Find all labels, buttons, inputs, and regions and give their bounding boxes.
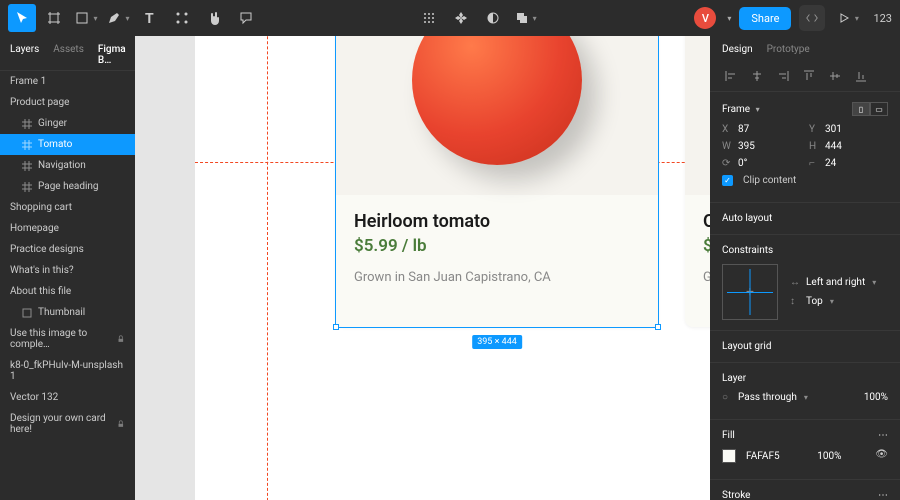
layer-item[interactable]: What's in this? [0, 260, 135, 281]
fill-swatch[interactable] [722, 449, 736, 463]
constraints-widget[interactable] [722, 264, 778, 320]
product-price: $12.99 / lb [703, 236, 710, 256]
layer-item[interactable]: Vector 132 [0, 387, 135, 408]
zoom-level[interactable]: 123 [873, 12, 892, 25]
guide-vertical[interactable] [267, 36, 268, 500]
pen-tool[interactable]: ▾ [104, 4, 132, 32]
y-field[interactable]: Y301 [809, 124, 888, 135]
layer-item-selected[interactable]: Tomato [0, 134, 135, 155]
blend-mode-select[interactable]: ○Pass through▾ [722, 392, 840, 403]
align-right-icon[interactable] [774, 67, 792, 85]
align-bottom-icon[interactable] [852, 67, 870, 85]
layers-panel: Layers Assets Figma B… Frame 1 Product p… [0, 36, 135, 500]
layer-item[interactable]: k8-0_fkPHulv-M-unsplash 1 [0, 355, 135, 387]
constraints-label: Constraints [722, 245, 773, 256]
align-center-h-icon[interactable] [748, 67, 766, 85]
layer-item[interactable]: Practice designs [0, 239, 135, 260]
grid-icon[interactable] [415, 4, 443, 32]
svg-text:T: T [145, 11, 154, 26]
layer-item[interactable]: Page heading [0, 176, 135, 197]
constraint-h-select[interactable]: ↔Left and right▾ [790, 277, 876, 288]
frame-tool[interactable] [40, 4, 68, 32]
tab-layers[interactable]: Layers [10, 44, 39, 66]
lock-icon [117, 420, 125, 428]
layer-item[interactable]: About this file [0, 281, 135, 302]
fill-label: Fill [722, 430, 735, 441]
layer-section-label: Layer [722, 373, 746, 384]
layer-item[interactable]: Design your own card here! [0, 408, 135, 440]
fill-visibility-icon[interactable]: 👁 [875, 449, 888, 463]
layout-grid-label[interactable]: Layout grid [722, 341, 771, 352]
layer-item[interactable]: Thumbnail [0, 302, 135, 323]
design-panel: Design Prototype Frame ▾ ▯▭ X87 Y301 W39… [710, 36, 900, 500]
auto-layout-label[interactable]: Auto layout [722, 213, 772, 224]
align-left-icon[interactable] [722, 67, 740, 85]
frame-label[interactable]: Frame ▾ [722, 104, 760, 115]
tab-prototype[interactable]: Prototype [767, 44, 810, 55]
component-icon[interactable] [447, 4, 475, 32]
tab-assets[interactable]: Assets [53, 44, 84, 66]
avatar-chevron-icon[interactable]: ▾ [727, 14, 731, 23]
frame-resize-toggle[interactable]: ▯▭ [852, 102, 888, 116]
selection-handle[interactable] [333, 324, 339, 330]
stroke-label: Stroke [722, 490, 750, 500]
file-name[interactable]: Figma B… [98, 44, 126, 66]
layer-item[interactable]: Product page [0, 92, 135, 113]
product-title: Organic ginge [703, 211, 710, 232]
user-avatar[interactable]: V [694, 7, 716, 29]
fill-opacity-field[interactable]: 100% [817, 449, 867, 463]
selection-dimensions: 395 × 444 [472, 335, 522, 349]
layer-item[interactable]: Homepage [0, 218, 135, 239]
constraint-v-select[interactable]: ↕Top▾ [790, 296, 876, 307]
hand-tool[interactable] [200, 4, 228, 32]
align-center-v-icon[interactable] [826, 67, 844, 85]
present-button[interactable]: ▾ [833, 4, 861, 32]
fill-settings-icon[interactable]: ⋯ [878, 430, 888, 441]
layer-item[interactable]: Shopping cart [0, 197, 135, 218]
radius-field[interactable]: ⌐24 [809, 158, 888, 169]
product-card-ginger[interactable]: Organic ginge $12.99 / lb Grown in Hunti… [685, 36, 710, 327]
move-tool[interactable] [8, 4, 36, 32]
layer-opacity-field[interactable]: 100% [848, 392, 888, 403]
selection-handle[interactable] [655, 324, 661, 330]
share-button[interactable]: Share [739, 7, 791, 30]
stroke-settings-icon[interactable]: ⋯ [878, 490, 888, 500]
tab-design[interactable]: Design [722, 44, 753, 55]
dev-mode-button[interactable] [799, 5, 825, 31]
height-field[interactable]: H444 [809, 141, 888, 152]
resources-tool[interactable] [168, 4, 196, 32]
shape-tool[interactable]: ▾ [72, 4, 100, 32]
lock-icon [117, 335, 125, 343]
product-image [685, 36, 710, 195]
layer-item[interactable]: Frame 1 [0, 71, 135, 92]
product-location: Grown in Huntingt [703, 270, 710, 285]
width-field[interactable]: W395 [722, 141, 801, 152]
align-top-icon[interactable] [800, 67, 818, 85]
layer-item[interactable]: Navigation [0, 155, 135, 176]
boolean-icon[interactable]: ▾ [511, 4, 539, 32]
selection-box[interactable]: 395 × 444 [335, 36, 659, 328]
comment-tool[interactable] [232, 4, 260, 32]
rotation-field[interactable]: ⟳0° [722, 158, 801, 169]
artboard: Heirloom tomato $5.99 / lb Grown in San … [195, 36, 710, 500]
clip-content-checkbox[interactable]: ✓Clip content [722, 175, 888, 186]
topbar: ▾ ▾ T ▾ V ▾ Share ▾ 123 [0, 0, 900, 36]
mask-icon[interactable] [479, 4, 507, 32]
x-field[interactable]: X87 [722, 124, 801, 135]
canvas[interactable]: Heirloom tomato $5.99 / lb Grown in San … [135, 36, 710, 500]
layer-item[interactable]: Ginger [0, 113, 135, 134]
text-tool[interactable]: T [136, 4, 164, 32]
layer-item[interactable]: Use this image to comple… [0, 323, 135, 355]
fill-color-field[interactable]: FAFAF5 [722, 449, 809, 463]
